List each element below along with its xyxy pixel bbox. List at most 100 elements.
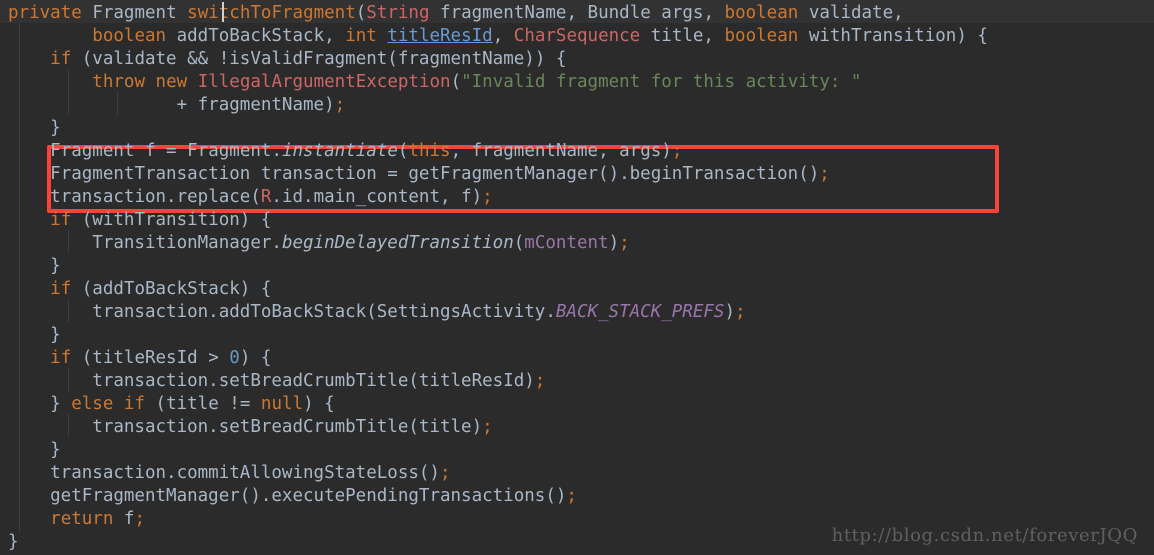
- code-token: boolean: [724, 26, 799, 46]
- code-editor-viewport[interactable]: private Fragment switchToFragment ( String…: [0, 0, 1154, 555]
- code-token: BACK_STACK_PREFS: [555, 302, 725, 322]
- code-token: if: [50, 348, 72, 368]
- code-line[interactable]: Fragment f = Fragment.instantiate(this, …: [8, 140, 682, 163]
- code-token: ;: [334, 95, 346, 115]
- code-token: getFragmentManager().executePendingTrans…: [8, 486, 567, 506]
- code-line[interactable]: }: [8, 531, 19, 554]
- code-token: private: [8, 3, 82, 23]
- code-token: f: [113, 509, 135, 529]
- code-line[interactable]: TransitionManager.beginDelayedTransition…: [8, 232, 629, 255]
- code-token: addToBackStack,: [166, 26, 346, 46]
- code-token: , fragmentName, args): [450, 141, 672, 161]
- code-token: if: [50, 210, 72, 230]
- code-token: instantiate: [281, 141, 398, 161]
- code-token: transaction.commitAllowingStateLoss(): [8, 463, 440, 483]
- code-token: (validate && !isValidFragment(fragmentNa…: [71, 49, 567, 69]
- code-line[interactable]: throw new IllegalArgumentException("Inva…: [8, 71, 861, 94]
- code-token: (title !=: [145, 394, 261, 414]
- code-token: f =: [134, 141, 188, 161]
- code-token: }: [8, 325, 61, 345]
- code-token: mContent: [524, 233, 609, 253]
- code-token: ): [724, 302, 735, 322]
- code-line[interactable]: getFragmentManager().executePendingTrans…: [8, 485, 577, 508]
- code-token: IllegalArgumentException: [197, 72, 451, 92]
- code-token: }: [8, 256, 61, 276]
- code-line[interactable]: if (addToBackStack) {: [8, 278, 271, 301]
- watermark-url: http://blog.csdn.net/foreverJQQ: [831, 525, 1138, 546]
- code-token: transaction.setBreadCrumbTitle(titleResI…: [8, 371, 535, 391]
- code-line[interactable]: if (withTransition) {: [8, 209, 271, 232]
- code-token: .: [271, 141, 282, 161]
- code-line[interactable]: if (validate && !isValidFragment(fragmen…: [8, 48, 566, 71]
- code-text-layer[interactable]: private Fragment switchToFragment ( String…: [0, 0, 1154, 555]
- code-line[interactable]: transaction.setBreadCrumbTitle(title);: [8, 416, 493, 439]
- code-token: ;: [482, 417, 493, 437]
- code-token: ;: [671, 141, 683, 161]
- code-token: }: [8, 532, 19, 552]
- code-line[interactable]: if (titleResId > 0) {: [8, 347, 271, 370]
- code-token: validate,: [798, 3, 904, 23]
- code-token: ) {: [303, 394, 335, 414]
- code-token: (: [397, 141, 409, 161]
- code-line[interactable]: } else if (title != null) {: [8, 393, 335, 416]
- code-token: null: [260, 394, 304, 414]
- code-token: ;: [439, 463, 451, 483]
- code-token: TransitionManager.: [8, 233, 282, 253]
- code-token: FragmentTransaction: [50, 164, 251, 184]
- code-token: Fragment: [92, 3, 177, 23]
- code-token: "Invalid fragment for this activity: ": [461, 72, 862, 92]
- code-token: ;: [566, 486, 577, 506]
- code-token: new: [155, 72, 188, 92]
- code-token: }: [8, 118, 61, 138]
- code-token: fragmentName,: [429, 3, 588, 23]
- code-token: titleResId: [387, 26, 493, 46]
- code-line[interactable]: }: [8, 117, 61, 140]
- code-token: switchToFragment: [187, 3, 356, 23]
- code-line[interactable]: }: [8, 255, 61, 278]
- code-token: }: [8, 394, 72, 414]
- code-token: (addToBackStack) {: [71, 279, 272, 299]
- code-token: transaction.addToBackStack(SettingsActiv…: [8, 302, 556, 322]
- code-token: (: [513, 233, 525, 253]
- code-token: throw: [92, 72, 145, 92]
- code-line[interactable]: FragmentTransaction transaction = getFra…: [8, 163, 830, 186]
- code-line[interactable]: private Fragment switchToFragment(String…: [8, 2, 904, 25]
- code-line[interactable]: transaction.setBreadCrumbTitle(titleResI…: [8, 370, 545, 393]
- code-line[interactable]: + fragmentName);: [8, 94, 346, 117]
- code-token: ,: [492, 26, 514, 46]
- code-line[interactable]: }: [8, 439, 61, 462]
- code-line[interactable]: transaction.commitAllowingStateLoss();: [8, 462, 451, 485]
- code-token: title,: [640, 26, 725, 46]
- code-token: .id.main_content, f): [271, 187, 483, 207]
- code-token: String: [366, 3, 430, 23]
- code-token: ) {: [239, 348, 272, 368]
- code-token: }: [8, 440, 61, 460]
- code-token: (: [450, 72, 462, 92]
- code-line[interactable]: transaction.addToBackStack(SettingsActiv…: [8, 301, 745, 324]
- code-token: ): [608, 233, 620, 253]
- code-token: Bundle: [587, 3, 651, 23]
- code-token: boolean: [724, 3, 799, 23]
- code-line[interactable]: boolean addToBackStack, int titleResId, …: [8, 25, 988, 48]
- code-token: return: [50, 509, 114, 529]
- code-token: R: [260, 187, 272, 207]
- code-line[interactable]: }: [8, 324, 61, 347]
- code-line[interactable]: transaction.replace(R.id.main_content, f…: [8, 186, 493, 209]
- code-token: ;: [819, 164, 830, 184]
- code-token: ;: [534, 371, 546, 391]
- code-line[interactable]: return f;: [8, 508, 145, 531]
- code-token: transaction.replace(: [50, 187, 261, 207]
- code-token: if: [50, 279, 72, 299]
